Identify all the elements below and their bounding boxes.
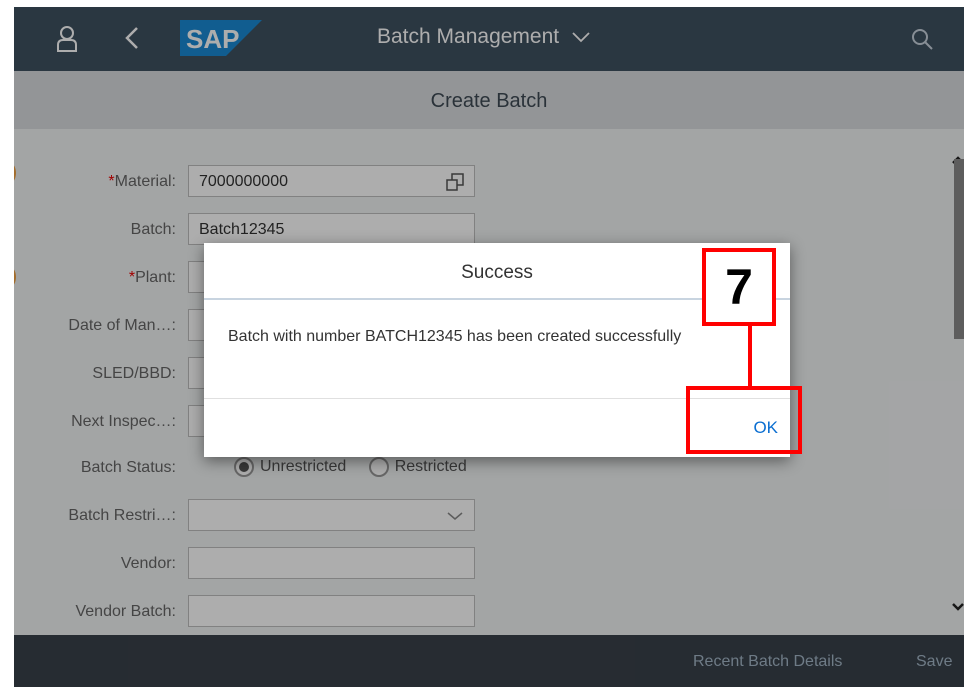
ok-highlight-box: [686, 386, 802, 454]
callout-connector: [748, 326, 752, 386]
app-frame: SAP Batch Management Create Batch *Mater…: [14, 7, 964, 687]
step-callout: 7: [702, 248, 776, 326]
dialog-message: Batch with number BATCH12345 has been cr…: [228, 328, 682, 345]
